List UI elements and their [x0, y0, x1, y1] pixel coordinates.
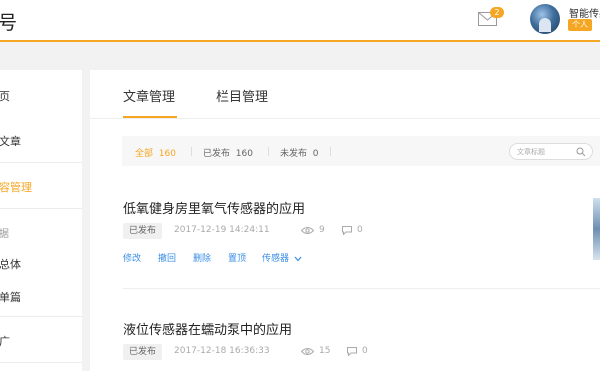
article-thumbnail[interactable] — [593, 198, 600, 260]
article-divider — [123, 288, 600, 289]
view-count: 9 — [319, 225, 325, 235]
sidebar-item-overall[interactable]: 总体 — [0, 256, 81, 272]
withdraw-button[interactable]: 撤回 — [158, 251, 176, 264]
comment-icon — [347, 347, 357, 356]
search-box — [509, 143, 593, 160]
filter-all-label: 全部 — [135, 149, 154, 159]
user-name[interactable]: 智能传感 — [569, 5, 600, 20]
category-label: 传感器 — [262, 254, 290, 264]
avatar[interactable] — [530, 4, 560, 34]
sidebar: 页 文章 容管理 据 总体 单篇 广 — [0, 70, 82, 371]
article-row: 液位传感器在蠕动泵中的应用 已发布 2017-12-18 16:36:33 15… — [123, 319, 600, 371]
filter-separator — [268, 147, 269, 156]
article-title[interactable]: 液位传感器在蠕动泵中的应用 — [123, 319, 292, 338]
edit-button[interactable]: 修改 — [123, 251, 141, 264]
category-dropdown[interactable]: 传感器 — [262, 251, 302, 264]
filter-separator — [330, 147, 331, 156]
sidebar-item-content-management[interactable]: 容管理 — [0, 179, 81, 195]
sidebar-divider — [0, 362, 82, 363]
filter-bar: 全部 160 已发布 160 未发布 0 — [122, 136, 600, 166]
sidebar-divider — [0, 162, 82, 163]
article-title[interactable]: 低氧健身房里氧气传感器的应用 — [123, 198, 305, 217]
sidebar-group-data: 据 — [0, 229, 9, 240]
mail-count-badge: 2 — [490, 7, 504, 18]
eye-icon — [301, 227, 314, 234]
comment-icon — [342, 226, 352, 235]
search-icon[interactable] — [576, 147, 586, 157]
filter-all[interactable]: 全部 160 — [135, 146, 176, 159]
main-panel: 文章管理 栏目管理 全部 160 已发布 160 未发布 0 低氧健身房里氧气传… — [90, 70, 600, 371]
view-count: 15 — [319, 346, 331, 356]
tab-column-management[interactable]: 栏目管理 — [216, 86, 268, 105]
tab-divider — [90, 118, 600, 119]
tab-article-management[interactable]: 文章管理 — [123, 86, 175, 105]
sidebar-item-single-article[interactable]: 单篇 — [0, 289, 81, 305]
filter-published[interactable]: 已发布 160 — [203, 146, 253, 159]
status-badge: 已发布 — [123, 223, 163, 239]
article-row: 低氧健身房里氧气传感器的应用 已发布 2017-12-19 14:24:11 9… — [123, 198, 600, 268]
filter-unpublished-count: 0 — [312, 149, 319, 159]
chevron-down-icon — [294, 256, 302, 261]
sidebar-item-ads[interactable]: 广 — [0, 333, 81, 349]
sidebar-divider — [0, 208, 82, 209]
search-input[interactable] — [517, 146, 573, 157]
delete-button[interactable]: 删除 — [193, 251, 211, 264]
comment-count: 0 — [357, 225, 363, 235]
sidebar-divider — [0, 316, 82, 317]
filter-unpublished-label: 未发布 — [280, 149, 308, 159]
filter-unpublished[interactable]: 未发布 0 — [280, 146, 318, 159]
comment-count: 0 — [362, 346, 368, 356]
account-type-badge: 个人 — [568, 19, 592, 31]
top-bar: 号 2 智能传感 个人 — [0, 0, 600, 42]
filter-all-count: 160 — [158, 149, 176, 159]
article-date: 2017-12-19 14:24:11 — [174, 225, 270, 235]
article-date: 2017-12-18 16:36:33 — [174, 346, 270, 356]
sidebar-item-article[interactable]: 文章 — [0, 133, 81, 149]
sidebar-item-home[interactable]: 页 — [0, 88, 81, 104]
eye-icon — [301, 348, 314, 355]
pin-button[interactable]: 置顶 — [228, 251, 246, 264]
brand-title: 号 — [0, 12, 18, 34]
filter-published-label: 已发布 — [203, 149, 231, 159]
status-badge: 已发布 — [123, 344, 163, 360]
filter-separator — [191, 147, 192, 156]
filter-published-count: 160 — [235, 149, 253, 159]
